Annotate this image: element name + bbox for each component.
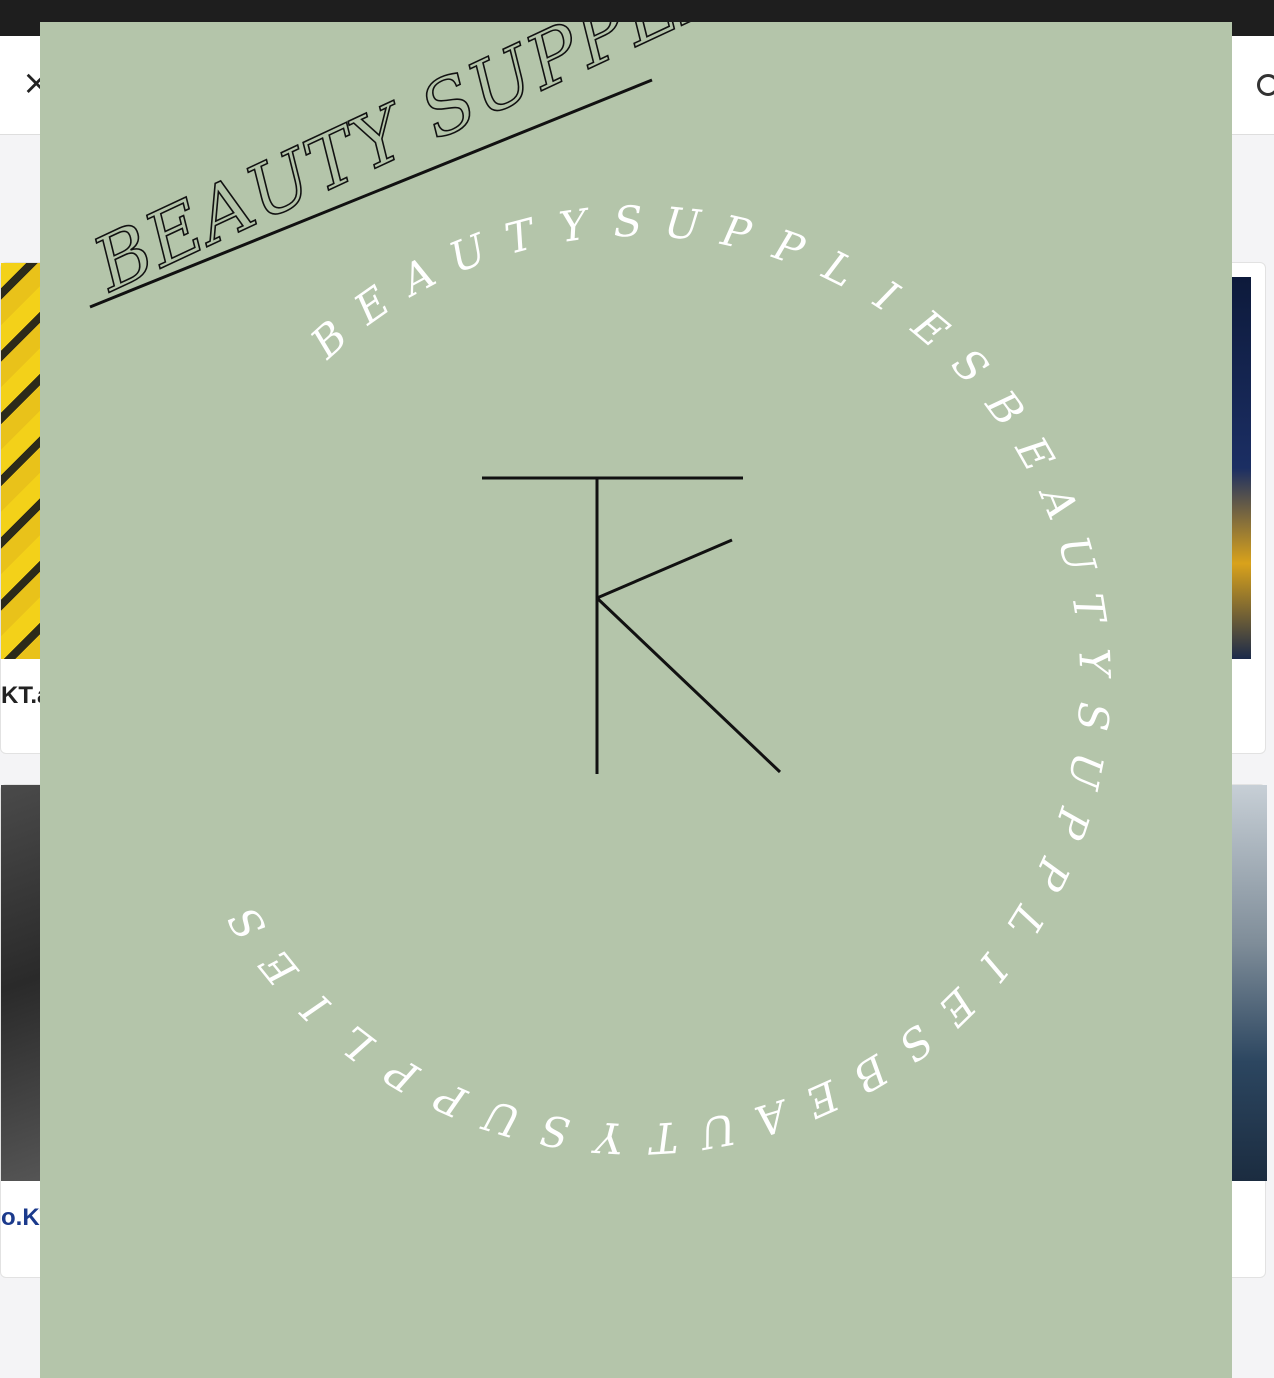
ring-letter: U	[662, 198, 704, 250]
ring-letter: P	[766, 220, 811, 276]
ring-letter: L	[997, 897, 1054, 947]
ring-letter: T	[500, 209, 542, 264]
ring-letter: A	[390, 248, 443, 307]
ring-letter: Y	[556, 199, 594, 252]
ring-letter: I	[291, 984, 339, 1032]
ring-letter: P	[716, 205, 756, 259]
ring-letter: E	[798, 1070, 847, 1128]
monogram-k-arm	[596, 538, 733, 600]
ring-letter: U	[1049, 531, 1106, 580]
ring-letter: B	[301, 311, 357, 369]
card-thumbnail[interactable]	[1, 263, 45, 659]
ring-letter: S	[219, 898, 276, 948]
ring-letter: A	[749, 1089, 796, 1146]
ring-letter: S	[889, 1015, 942, 1071]
ring-letter: T	[645, 1112, 679, 1163]
ring-letter: P	[1023, 850, 1080, 898]
ring-letter: Y	[1069, 647, 1119, 681]
ring-text: BEA U T Y S U P P L IESBEAUTYSUPPLIESBEAUTYSUPPLI…	[219, 197, 1120, 1163]
circle-icon[interactable]	[1257, 74, 1274, 96]
ring-letter: P	[427, 1071, 474, 1128]
ring-letter: U	[695, 1104, 740, 1159]
ring-letter: U	[476, 1089, 526, 1147]
ring-letter: B	[845, 1044, 897, 1102]
card-thumbnail[interactable]	[1, 785, 45, 1181]
ring-letter: S	[536, 1105, 573, 1158]
ring-letter: E	[250, 940, 308, 995]
ring-letter: E	[929, 978, 986, 1035]
ring-letter: S	[942, 339, 997, 394]
ring-letter: E	[902, 299, 958, 357]
ring-letter: L	[331, 1016, 384, 1072]
ring-letter: I	[865, 270, 908, 321]
ring-letter: P	[1044, 801, 1100, 845]
ring-letter: Y	[590, 1112, 625, 1163]
ring-letter: E	[1005, 427, 1063, 479]
ring-letter: S	[1067, 700, 1118, 733]
ring-letter: S	[613, 197, 643, 246]
ring-letter: U	[442, 224, 494, 283]
ring-letter: T	[1062, 590, 1115, 628]
expanded-image[interactable]: BEAUTY SUPPLIES BEAUTYSUPPLIESBEAUTYSUPP…	[40, 22, 1232, 1378]
monogram	[482, 476, 782, 774]
ring-letter: I	[968, 944, 1018, 989]
ring-letter: E	[344, 276, 398, 334]
logo-artwork: BEAUTY SUPPLIES BEA U T Y S U P P L IESBEAUTYSUPP…	[79, 22, 1120, 1163]
ring-letter: A	[1029, 476, 1087, 527]
ring-letter: P	[377, 1046, 428, 1103]
monogram-k-leg	[595, 596, 782, 774]
ring-letter: B	[976, 380, 1034, 435]
ring-letter: U	[1058, 748, 1113, 794]
ring-letter: L	[815, 240, 863, 297]
